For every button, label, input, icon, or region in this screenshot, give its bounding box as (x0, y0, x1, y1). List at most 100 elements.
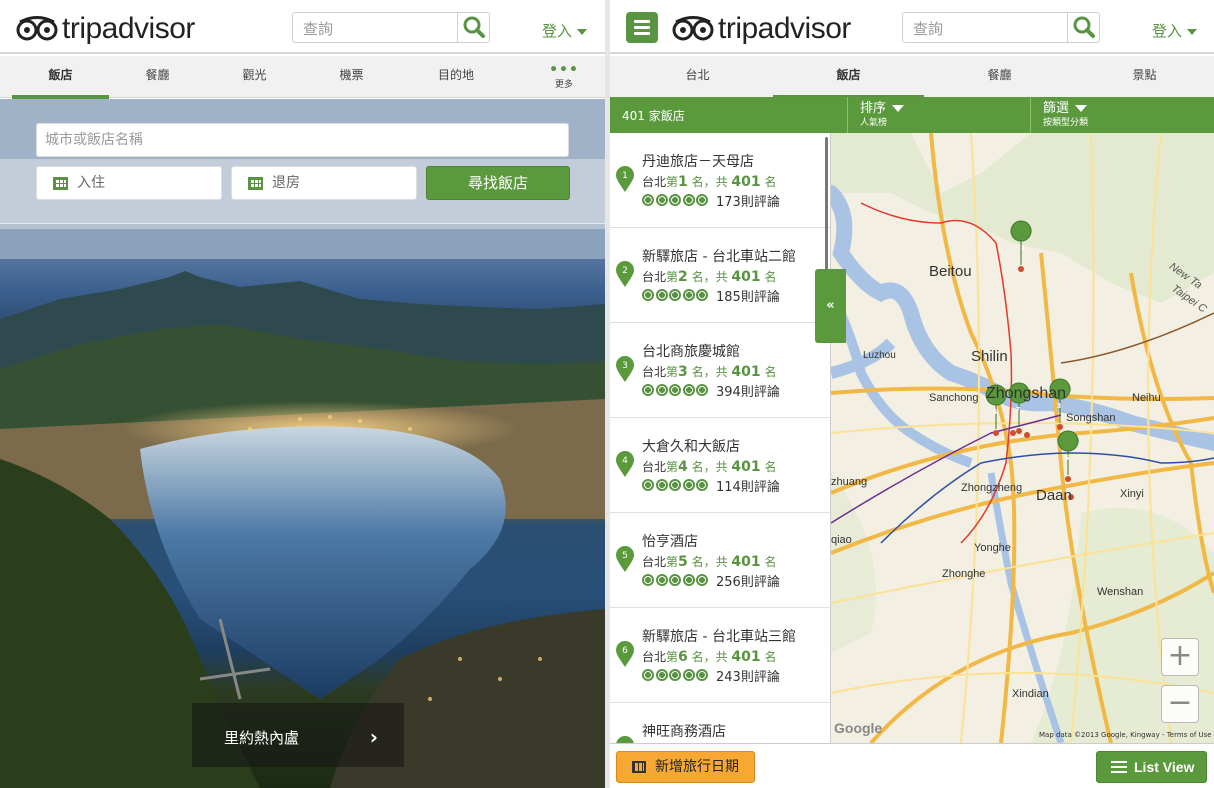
map-pin-icon: 4 (616, 451, 634, 477)
map-marker-3[interactable]: 3 (1057, 403, 1061, 410)
review-count[interactable]: 243則評論 (716, 666, 780, 685)
rank-total: 401 (731, 554, 761, 570)
hotel-list-item[interactable]: 1 丹迪旅店－天母店 台北第1 名，共 401 名 173則評論 (610, 133, 830, 228)
hotel-name[interactable]: 大倉久和大飯店 (642, 436, 740, 456)
rating-bubble-icon (682, 289, 695, 301)
tab-attractions[interactable]: 觀光 (206, 56, 303, 98)
checkin-label: 入住 (77, 175, 105, 191)
rating-bubble-icon (669, 669, 681, 681)
search-input[interactable]: 查詢 (303, 18, 333, 39)
more-icon: ••• (549, 62, 579, 78)
logo-text: tripadvisor (718, 12, 851, 45)
hotel-list-item[interactable]: 神旺商務酒店 (610, 703, 830, 743)
hotel-list-item[interactable]: 6 新驛旅店 - 台北車站三館 台北第6 名，共 401 名 243則評論 (610, 608, 830, 703)
hotel-list[interactable]: 1 丹迪旅店－天母店 台北第1 名，共 401 名 173則評論 2 新驛旅店 - 台北車… (610, 133, 831, 743)
hotel-list-item[interactable]: 5 怡亨酒店 台北第5 名，共 401 名 256則評論 (610, 513, 830, 608)
review-count[interactable]: 173則評論 (716, 191, 780, 210)
pin-number: 6 (622, 646, 628, 656)
review-count[interactable]: 114則評論 (716, 476, 780, 495)
search-input[interactable]: 查詢 (913, 18, 943, 39)
hotel-rank: 台北第3 名，共 401 名 (642, 363, 776, 380)
add-trip-dates-button[interactable]: 新增旅行日期 (616, 751, 755, 783)
hotel-list-item[interactable]: 3 台北商旅慶城館台北第3 名，共 401 名 394則評論 (610, 323, 830, 418)
google-logo: Google (834, 720, 883, 736)
login-button[interactable]: 登入 (1152, 20, 1198, 41)
hotel-rank: 台北第2 名，共 401 名 (642, 268, 776, 285)
rating-bubble-icon (642, 574, 654, 586)
rating-bubble-icon (696, 384, 708, 396)
review-count[interactable]: 256則評論 (716, 571, 780, 590)
checkout-field[interactable]: 退房 (231, 166, 417, 200)
rank-city: 台北 (642, 555, 667, 569)
hotel-list-item[interactable]: 4 大倉久和大飯店 台北第4 名，共 401 名 114則評論 (610, 418, 830, 513)
find-hotels-button[interactable]: 尋找飯店 (426, 166, 570, 200)
hotel-list-item[interactable]: 2 新驛旅店 - 台北車站二館 台北第2 名，共 401 名 185則評論 (610, 228, 830, 323)
rating-bubble-icon (682, 384, 695, 396)
rank-middle: 名，共 (687, 365, 732, 379)
hotel-name[interactable]: 台北商旅慶城館 (642, 341, 740, 361)
rating-bubble-icon (669, 479, 681, 491)
map-marker-6[interactable]: 6 (993, 409, 997, 416)
search-box[interactable]: 查詢 (902, 12, 1100, 43)
rating-bubble-icon (669, 384, 681, 396)
list-view-button[interactable]: List View (1096, 751, 1207, 783)
filter-label: 篩選 (1043, 101, 1070, 116)
tab-hotels[interactable]: 飯店 (773, 56, 924, 99)
rating-bubble-icon (655, 384, 668, 396)
search-button[interactable] (1067, 13, 1099, 42)
login-label: 登入 (542, 22, 573, 40)
rank-number: 2 (678, 269, 688, 285)
rating-bubbles (642, 669, 710, 681)
tab-attractions[interactable]: 景點 (1075, 56, 1214, 98)
tripadvisor-logo[interactable]: tripadvisor (672, 12, 851, 46)
map-label-wenshan: Wenshan (1097, 586, 1144, 598)
map-marker-1[interactable]: 1 (1021, 245, 1025, 252)
checkin-field[interactable]: 入住 (36, 166, 222, 200)
search-icon (1073, 16, 1095, 38)
tab-restaurants[interactable]: 餐廳 (924, 56, 1075, 98)
city-input[interactable]: 城市或飯店名稱 (36, 123, 569, 157)
login-button[interactable]: 登入 (542, 20, 588, 41)
hotel-name[interactable]: 丹迪旅店－天母店 (642, 151, 754, 171)
chevron-down-icon (1187, 28, 1198, 35)
map-marker-5[interactable]: 5 (1065, 455, 1069, 462)
tab-taipei[interactable]: 台北 (622, 56, 773, 98)
map-pin-icon: 6 (616, 641, 634, 667)
tab-hotels[interactable]: 飯店 (12, 56, 109, 99)
tab-restaurants[interactable]: 餐廳 (109, 56, 206, 98)
review-count[interactable]: 185則評論 (716, 286, 780, 305)
map-marker-7[interactable]: 7 (1016, 407, 1020, 414)
search-button[interactable] (457, 13, 489, 42)
rank-suffix: 名 (760, 460, 777, 474)
hotel-name[interactable]: 新驛旅店 - 台北車站二館 (642, 246, 796, 266)
destination-banner[interactable]: 里約熱內盧 › (192, 703, 404, 767)
search-box[interactable]: 查詢 (292, 12, 490, 43)
zoom-in-button[interactable]: + (1161, 638, 1199, 676)
tab-more[interactable]: ••• 更多 (530, 56, 598, 98)
rank-number: 3 (678, 364, 688, 380)
tripadvisor-logo[interactable]: tripadvisor (16, 12, 195, 46)
hotel-name[interactable]: 怡亨酒店 (642, 531, 698, 551)
chevron-down-icon (1075, 105, 1088, 112)
rank-total: 401 (731, 649, 761, 665)
hotel-map[interactable]: 1 6 7 3 5 Beitou Shilin Zhongshan Sancho… (831, 133, 1214, 743)
collapse-list-button[interactable]: « (815, 269, 846, 343)
tab-flights[interactable]: 機票 (303, 56, 400, 98)
rank-prefix: 第 (666, 175, 679, 189)
hotel-count: 401 家飯店 (622, 109, 685, 123)
menu-button[interactable] (626, 12, 658, 43)
rank-suffix: 名 (760, 555, 777, 569)
review-count[interactable]: 394則評論 (716, 381, 780, 400)
hamburger-icon (634, 26, 650, 29)
sort-dropdown[interactable]: 排序 人氣榜 (860, 101, 905, 129)
filter-value: 按類型分類 (1043, 118, 1089, 128)
map-attribution[interactable]: Map data ©2013 Google, Kingway - Terms o… (1039, 731, 1212, 739)
rank-city: 台北 (642, 365, 667, 379)
hotel-name[interactable]: 神旺商務酒店 (642, 721, 726, 741)
hotel-name[interactable]: 新驛旅店 - 台北車站三館 (642, 626, 796, 646)
tab-destinations[interactable]: 目的地 (400, 56, 512, 98)
filter-dropdown[interactable]: 篩選 按類型分類 (1043, 101, 1088, 129)
checkout-label: 退房 (272, 175, 300, 191)
map-label-zhongzheng: Zhongzheng (961, 482, 1023, 494)
zoom-out-button[interactable]: − (1161, 685, 1199, 723)
